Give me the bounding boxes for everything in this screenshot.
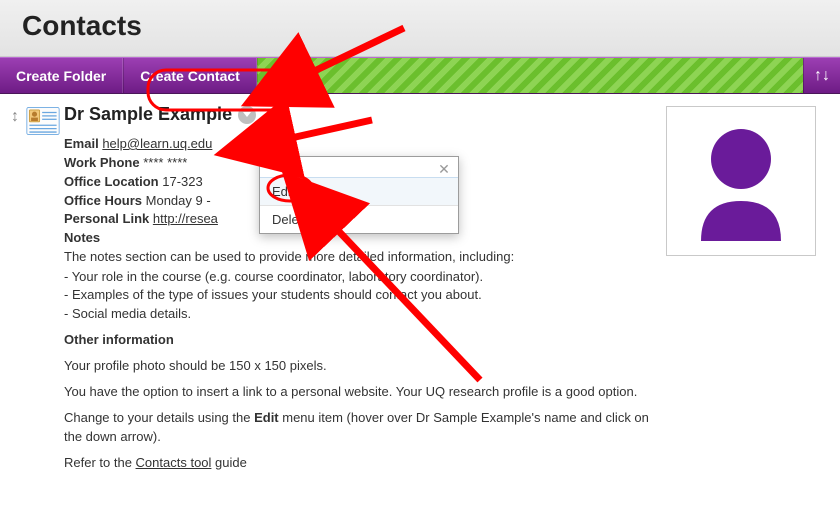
contact-name: Dr Sample Example [64,104,232,125]
reorder-icon: ↕ [11,108,19,480]
page-title: Contacts [22,10,818,42]
sort-icon: ↑↓ [814,67,830,85]
create-folder-button[interactable]: Create Folder [0,58,123,93]
close-menu-button[interactable]: ✕ [436,161,452,177]
content-area: ↕ Dr Sample Example Email help@learn.uq.… [0,94,840,490]
sort-button[interactable]: ↑↓ [803,58,840,93]
avatar-icon [686,121,796,241]
toolbar-spacer [257,58,803,93]
link-option-note: You have the option to insert a link to … [64,383,650,401]
photo-size-note: Your profile photo should be 150 x 150 p… [64,357,650,375]
email-link[interactable]: help@learn.uq.edu [102,136,212,151]
bullet-item: - Your role in the course (e.g. course c… [64,268,650,286]
page-header: Contacts [0,0,840,57]
personal-link[interactable]: http://resea [153,211,218,226]
bullet-item: - Examples of the type of issues your st… [64,286,650,304]
profile-photo-placeholder [666,106,816,256]
close-icon: ✕ [438,161,450,178]
profile-column [666,104,826,480]
contact-menu-toggle[interactable] [238,106,256,124]
reorder-handle[interactable]: ↕ [6,104,24,480]
menu-item-delete[interactable]: Delete [260,206,458,233]
email-line: Email help@learn.uq.edu [64,135,650,154]
contact-name-row: Dr Sample Example [64,104,650,125]
contact-card-icon [24,104,64,480]
notes-body: The notes section can be used to provide… [64,248,650,472]
other-info-heading: Other information [64,332,174,347]
contacts-tool-link[interactable]: Contacts tool [136,455,212,470]
guide-note: Refer to the Contacts tool guide [64,454,650,472]
edit-instruction-note: Change to your details using the Edit me… [64,409,650,445]
action-toolbar: Create Folder Create Contact ↑↓ [0,57,840,94]
menu-item-edit[interactable]: Edit [260,177,458,206]
create-contact-button[interactable]: Create Contact [123,58,257,93]
notes-intro: The notes section can be used to provide… [64,248,650,266]
bullet-item: - Social media details. [64,305,650,323]
notes-bullets: - Your role in the course (e.g. course c… [64,268,650,323]
contact-context-menu: ✕ Edit Delete [259,156,459,234]
